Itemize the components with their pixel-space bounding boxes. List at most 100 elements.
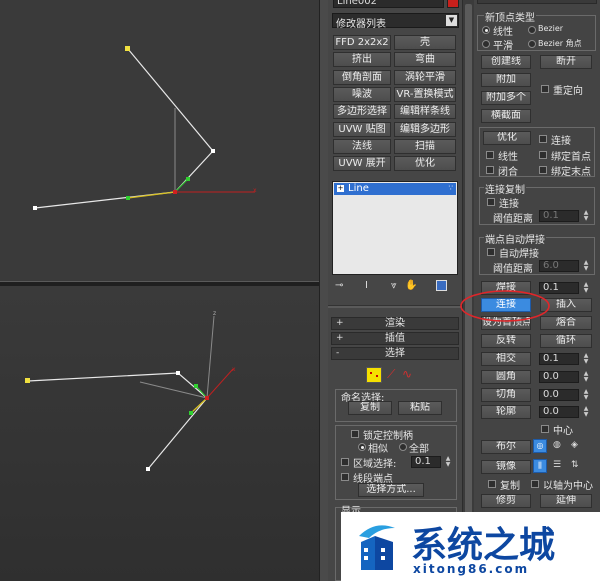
vertex-handle[interactable]	[194, 384, 198, 388]
connect-copy-checkbox[interactable]	[487, 198, 495, 206]
crossinsert-input[interactable]: 0.1	[539, 353, 579, 365]
modifier-stack[interactable]: + Line ∵	[332, 181, 458, 275]
area-select-checkbox[interactable]	[341, 458, 349, 466]
modifier-button[interactable]: UVW 展开	[333, 156, 391, 172]
modifier-button[interactable]: 多边形选择	[333, 104, 391, 120]
bind-first-checkbox[interactable]	[539, 151, 547, 159]
vertex[interactable]	[176, 371, 180, 375]
connect-threshold-spinner[interactable]: ▲ ▼	[582, 210, 590, 222]
vertex[interactable]	[211, 149, 215, 153]
subtraction-icon[interactable]: ◍	[553, 440, 561, 450]
stack-item-line[interactable]: + Line ∵	[334, 183, 456, 195]
intersection-icon[interactable]: ◈	[571, 440, 578, 450]
vertex-handle[interactable]	[186, 177, 190, 181]
modifier-button[interactable]: 弯曲	[394, 52, 456, 68]
auto-weld-checkbox[interactable]	[487, 248, 495, 256]
reverse-button[interactable]: 反转	[481, 334, 531, 348]
show-end-result-icon[interactable]: Ⅰ	[365, 280, 368, 291]
modifier-list-dropdown[interactable]: 修改器列表 ▼	[332, 13, 459, 30]
bezier-corner-radio[interactable]	[528, 40, 536, 48]
outline-button[interactable]: 轮廓	[481, 405, 531, 419]
connect-refine-checkbox[interactable]	[539, 135, 547, 143]
trim-button[interactable]: 修剪	[481, 494, 531, 508]
scrollbar-thumb[interactable]	[465, 4, 472, 544]
vertex-selected[interactable]	[173, 190, 177, 194]
mirror-copy-checkbox[interactable]	[488, 480, 496, 488]
modifier-button[interactable]: UVW 贴图	[333, 121, 391, 137]
modifier-button[interactable]: 涡轮平滑	[394, 69, 456, 85]
mirror-horizontal-icon[interactable]: ⫼	[533, 459, 547, 473]
copy-selection-button[interactable]: 复制	[348, 401, 392, 415]
viewport-perspective[interactable]: z x	[0, 286, 319, 581]
weld-value-spinner[interactable]: ▲ ▼	[582, 282, 590, 294]
vertex-first[interactable]	[25, 378, 30, 383]
chevron-down-icon[interactable]: ▼	[446, 15, 457, 26]
modifier-button[interactable]: 法线	[333, 138, 391, 154]
configure-modifier-sets-icon[interactable]	[436, 280, 447, 291]
area-select-input[interactable]: 0.1	[411, 456, 441, 468]
light-bulb-icon[interactable]: ∵	[449, 184, 453, 192]
make-unique-icon[interactable]: ⩔	[391, 280, 397, 291]
geometry-rollout-header[interactable]	[477, 0, 597, 4]
refine-button[interactable]: 优化	[483, 131, 531, 145]
break-button[interactable]: 断开	[540, 55, 592, 69]
cross-section-button[interactable]: 横截面	[481, 109, 531, 123]
spline-level-icon[interactable]: ∿	[402, 367, 412, 381]
smooth-radio[interactable]	[482, 40, 490, 48]
create-line-button[interactable]: 创建线	[481, 55, 531, 69]
similar-radio[interactable]	[358, 443, 366, 451]
rollout-selection[interactable]: - 选择	[331, 347, 459, 360]
mirror-vertical-icon[interactable]: ☰	[553, 460, 561, 470]
mirror-button[interactable]: 镜像	[481, 460, 531, 474]
modifier-button[interactable]: 编辑多边形	[394, 121, 456, 137]
outline-spinner[interactable]: ▲ ▼	[582, 406, 590, 418]
attach-button[interactable]: 附加	[481, 73, 531, 87]
extend-button[interactable]: 延伸	[540, 494, 592, 508]
modifier-button[interactable]: 挤出	[333, 52, 391, 68]
closed-checkbox[interactable]	[486, 166, 494, 174]
vertex-first[interactable]	[125, 46, 130, 51]
outline-input[interactable]: 0.0	[539, 406, 579, 418]
modifier-button[interactable]: 噪波	[333, 86, 391, 102]
vertex-handle[interactable]	[126, 196, 130, 200]
vertex-selected[interactable]	[205, 396, 209, 400]
modifier-button[interactable]: 扫描	[394, 138, 456, 154]
center-checkbox[interactable]	[541, 425, 549, 433]
chamfer-input[interactable]: 0.0	[539, 389, 579, 401]
crossinsert-button[interactable]: 相交	[481, 352, 531, 366]
vertex[interactable]	[33, 206, 37, 210]
cycle-button[interactable]: 循环	[540, 334, 592, 348]
object-color-swatch[interactable]	[447, 0, 459, 8]
weld-threshold-input[interactable]: 6.0	[539, 260, 579, 272]
object-name-field[interactable]: Line002	[333, 0, 444, 8]
spline-shape-top[interactable]	[34, 48, 214, 209]
bind-last-checkbox[interactable]	[539, 166, 547, 174]
modifier-button[interactable]: 编辑样条线	[394, 104, 456, 120]
crossinsert-spinner[interactable]: ▲ ▼	[582, 353, 590, 365]
expand-plus-icon[interactable]: +	[337, 185, 344, 192]
fillet-input[interactable]: 0.0	[539, 371, 579, 383]
mirror-both-icon[interactable]: ⇅	[571, 460, 579, 470]
remove-modifier-icon[interactable]: ✋	[405, 280, 417, 291]
linear-refine-checkbox[interactable]	[486, 151, 494, 159]
modifier-button[interactable]: 优化	[394, 156, 456, 172]
modifier-button[interactable]: VR-置换模式	[394, 86, 456, 102]
rollout-rendering[interactable]: + 渲染	[331, 317, 459, 330]
chamfer-button[interactable]: 切角	[481, 388, 531, 402]
segment-end-checkbox[interactable]	[341, 473, 349, 481]
select-by-button[interactable]: 选择方式...	[358, 483, 424, 497]
pin-stack-icon[interactable]: ⊸	[335, 280, 343, 291]
boolean-button[interactable]: 布尔	[481, 440, 531, 454]
lock-handles-checkbox[interactable]	[351, 430, 359, 438]
modifier-button[interactable]: FFD 2x2x2	[333, 35, 391, 50]
segment-level-icon[interactable]: ⟋	[387, 367, 395, 382]
modifier-button[interactable]: 倒角剖面	[333, 69, 391, 85]
vertex[interactable]	[146, 467, 150, 471]
viewport-perspective-canvas[interactable]: z x	[0, 286, 319, 581]
all-radio[interactable]	[399, 443, 407, 451]
weld-threshold-spinner[interactable]: ▲ ▼	[582, 260, 590, 272]
rollout-interpolation[interactable]: + 插值	[331, 332, 459, 345]
connect-threshold-input[interactable]: 0.1	[539, 210, 579, 222]
viewport-top[interactable]: x	[0, 0, 319, 282]
union-icon[interactable]: ◎	[533, 439, 547, 453]
